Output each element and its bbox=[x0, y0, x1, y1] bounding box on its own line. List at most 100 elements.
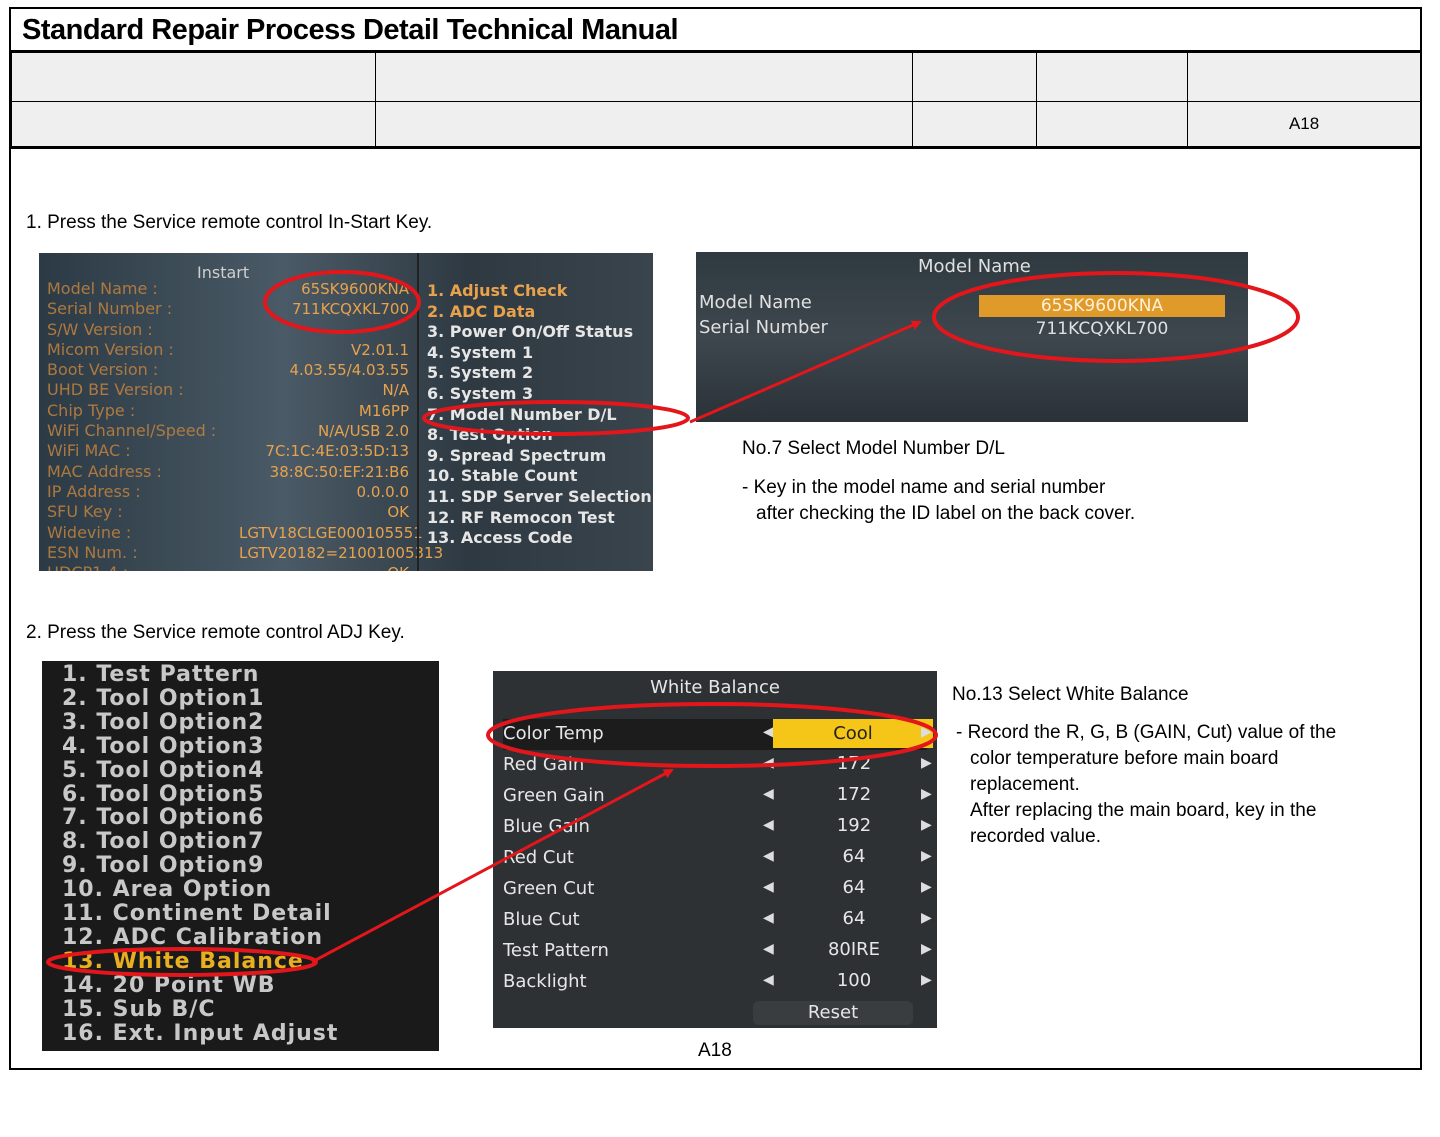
white-balance-row: Backlight ◀ 100 ▶ bbox=[503, 967, 932, 998]
wb-row-label: Color Temp bbox=[503, 723, 604, 744]
instart-label: UHD BE Version : bbox=[47, 380, 184, 400]
adj-menu-item: 16. Ext. Input Adjust bbox=[62, 1020, 339, 1046]
serial-number-value: 711KCQXKL700 bbox=[1035, 319, 1169, 339]
instart-label: Model Name : bbox=[47, 279, 158, 298]
document-title: Standard Repair Process Detail Technical… bbox=[22, 14, 679, 46]
model-name-value: 65SK9600KNA bbox=[979, 295, 1225, 317]
left-arrow-icon: ◀ bbox=[763, 817, 774, 833]
white-balance-row: Green Cut ◀ 64 ▶ bbox=[503, 874, 932, 905]
step2-note-line: replacement. bbox=[970, 774, 1080, 795]
wb-row-label: Green Cut bbox=[503, 878, 595, 899]
adj-menu-item: 2. Tool Option1 bbox=[62, 685, 265, 711]
wb-row-value: 64 bbox=[842, 877, 866, 898]
instart-value: 38:8C:50:EF:21:B6 bbox=[269, 462, 409, 481]
instart-value bbox=[239, 320, 409, 340]
header-cell bbox=[374, 101, 914, 149]
instart-menu-item: 7. Model Number D/L bbox=[427, 404, 617, 424]
wb-row-value: 192 bbox=[836, 815, 872, 836]
wb-row-label: Red Cut bbox=[503, 847, 574, 868]
wb-row-value: 100 bbox=[836, 970, 872, 991]
instart-label: ESN Num. : bbox=[47, 542, 138, 562]
right-arrow-icon: ▶ bbox=[921, 755, 932, 771]
wb-row-label: Backlight bbox=[503, 971, 587, 992]
white-balance-screen-photo: White Balance Color Temp ◀ Cool ▶ Red Gain ◀ 1… bbox=[493, 671, 937, 1028]
instart-menu-item: 10. Stable Count bbox=[427, 466, 578, 486]
white-balance-row: Blue Gain ◀ 192 ▶ bbox=[503, 812, 932, 843]
wb-row-value: 172 bbox=[836, 753, 872, 774]
step1-note-title: No.7 Select Model Number D/L bbox=[742, 438, 1005, 459]
adj-menu-screen-photo: 1. Test Pattern 2. Tool Option1 3. Tool Op… bbox=[42, 661, 439, 1051]
instart-label: WiFi Channel/Speed : bbox=[47, 421, 217, 441]
wb-row-label: Green Gain bbox=[503, 785, 605, 806]
left-arrow-icon: ◀ bbox=[763, 972, 774, 988]
model-name-screen-photo: Model Name Model Name Serial Number 65SK… bbox=[696, 252, 1248, 422]
instart-menu-item: 8. Test Option bbox=[427, 425, 553, 445]
right-arrow-icon: ▶ bbox=[921, 848, 932, 864]
instart-menu-item: 11. SDP Server Selection bbox=[427, 486, 652, 506]
right-arrow-icon: ▶ bbox=[921, 724, 932, 740]
instart-value: OK bbox=[239, 563, 409, 571]
instart-label: Boot Version : bbox=[47, 360, 159, 380]
adj-menu-item: 11. Continent Detail bbox=[62, 901, 332, 927]
wb-row-value: 64 bbox=[842, 846, 866, 867]
instart-menu-item: 5. System 2 bbox=[427, 363, 534, 383]
adj-menu-item: 9. Tool Option9 bbox=[62, 853, 265, 879]
serial-number-label: Serial Number bbox=[699, 317, 828, 338]
adj-menu-item: 13. White Balance bbox=[62, 948, 304, 974]
adj-menu-item: 5. Tool Option4 bbox=[62, 757, 265, 783]
white-balance-row: Green Gain ◀ 172 ▶ bbox=[503, 781, 932, 812]
instart-menu-item: 2. ADC Data bbox=[427, 301, 536, 321]
header-cell bbox=[11, 50, 376, 102]
step2-instruction: 2. Press the Service remote control ADJ … bbox=[26, 622, 405, 643]
left-arrow-icon: ◀ bbox=[763, 879, 774, 895]
left-arrow-icon: ◀ bbox=[763, 848, 774, 864]
instart-value: 65SK9600KNA bbox=[301, 280, 409, 298]
header-cell bbox=[912, 50, 1038, 102]
wb-row-value: 80IRE bbox=[827, 939, 881, 960]
wb-row-value: 172 bbox=[836, 784, 872, 805]
instart-menu-item: 4. System 1 bbox=[427, 342, 534, 362]
white-balance-row: Red Cut ◀ 64 ▶ bbox=[503, 843, 932, 874]
left-arrow-icon: ◀ bbox=[763, 786, 774, 802]
model-name-label: Model Name bbox=[699, 292, 812, 313]
right-arrow-icon: ▶ bbox=[921, 817, 932, 833]
header-cell bbox=[374, 50, 914, 102]
instart-menu-item: 12. RF Remocon Test bbox=[427, 507, 615, 527]
wb-row-label: Blue Cut bbox=[503, 909, 580, 930]
step2-note-title: No.13 Select White Balance bbox=[952, 684, 1189, 705]
left-arrow-icon: ◀ bbox=[763, 941, 774, 957]
header-table: A18 bbox=[11, 50, 1421, 149]
instart-labels: Model Name : Serial Number : S/W Version :… bbox=[47, 279, 241, 571]
step2-note-line: After replacing the main board, key in t… bbox=[970, 800, 1317, 821]
header-cell bbox=[1036, 101, 1189, 149]
wb-row-value: Cool bbox=[773, 719, 933, 748]
step2-note-line: - Record the R, G, B (GAIN, Cut) value o… bbox=[956, 722, 1337, 743]
instart-value: M16PP bbox=[358, 401, 409, 420]
instart-value: N/A/USB 2.0 bbox=[317, 422, 409, 441]
white-balance-row: Red Gain ◀ 172 ▶ bbox=[503, 750, 932, 781]
wb-row-label: Blue Gain bbox=[503, 816, 590, 837]
white-balance-title: White Balance bbox=[650, 677, 780, 698]
wb-row-label: Test Pattern bbox=[503, 940, 609, 961]
right-arrow-icon: ▶ bbox=[921, 941, 932, 957]
header-cell bbox=[1187, 50, 1421, 102]
white-balance-row: Color Temp ◀ Cool ▶ bbox=[503, 719, 933, 750]
footer-page-code: A18 bbox=[698, 1040, 732, 1061]
instart-label: WiFi MAC : bbox=[47, 441, 131, 461]
instart-label: MAC Address : bbox=[47, 461, 162, 481]
adj-menu-item: 10. Area Option bbox=[62, 877, 273, 903]
page-code-cell: A18 bbox=[1187, 101, 1421, 149]
wb-row-value: 64 bbox=[842, 908, 866, 929]
instart-value: LGTV20182=21001005313 bbox=[239, 543, 444, 562]
right-arrow-icon: ▶ bbox=[921, 786, 932, 802]
right-arrow-icon: ▶ bbox=[921, 879, 932, 895]
instart-label: SFU Key : bbox=[47, 502, 123, 522]
left-arrow-icon: ◀ bbox=[763, 755, 774, 771]
instart-menu-item: 3. Power On/Off Status bbox=[427, 322, 634, 342]
adj-menu-item: 14. 20 Point WB bbox=[62, 972, 276, 998]
adj-menu-item: 7. Tool Option6 bbox=[62, 805, 265, 831]
adj-menu-item: 8. Tool Option7 bbox=[62, 829, 265, 855]
instart-value: 0.0.0.0 bbox=[356, 482, 409, 501]
instart-value: OK bbox=[387, 503, 409, 522]
step1-note-line: after checking the ID label on the back … bbox=[756, 503, 1136, 524]
